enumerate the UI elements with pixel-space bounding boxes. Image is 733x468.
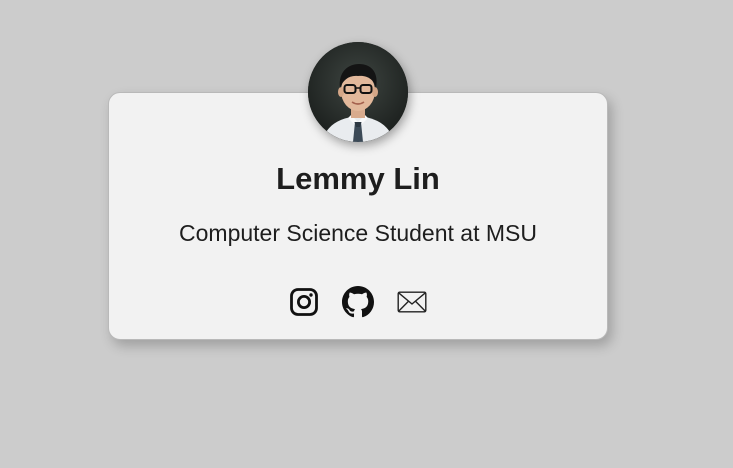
avatar bbox=[308, 42, 408, 142]
social-links bbox=[109, 285, 607, 319]
email-link[interactable] bbox=[395, 285, 429, 319]
profile-title: Computer Science Student at MSU bbox=[179, 220, 537, 246]
instagram-link[interactable] bbox=[287, 285, 321, 319]
github-link[interactable] bbox=[341, 285, 375, 319]
email-icon bbox=[397, 291, 427, 313]
github-icon bbox=[342, 286, 374, 318]
instagram-icon bbox=[290, 288, 318, 316]
profile-photo bbox=[308, 42, 408, 142]
profile-name: Lemmy Lin bbox=[276, 161, 440, 196]
